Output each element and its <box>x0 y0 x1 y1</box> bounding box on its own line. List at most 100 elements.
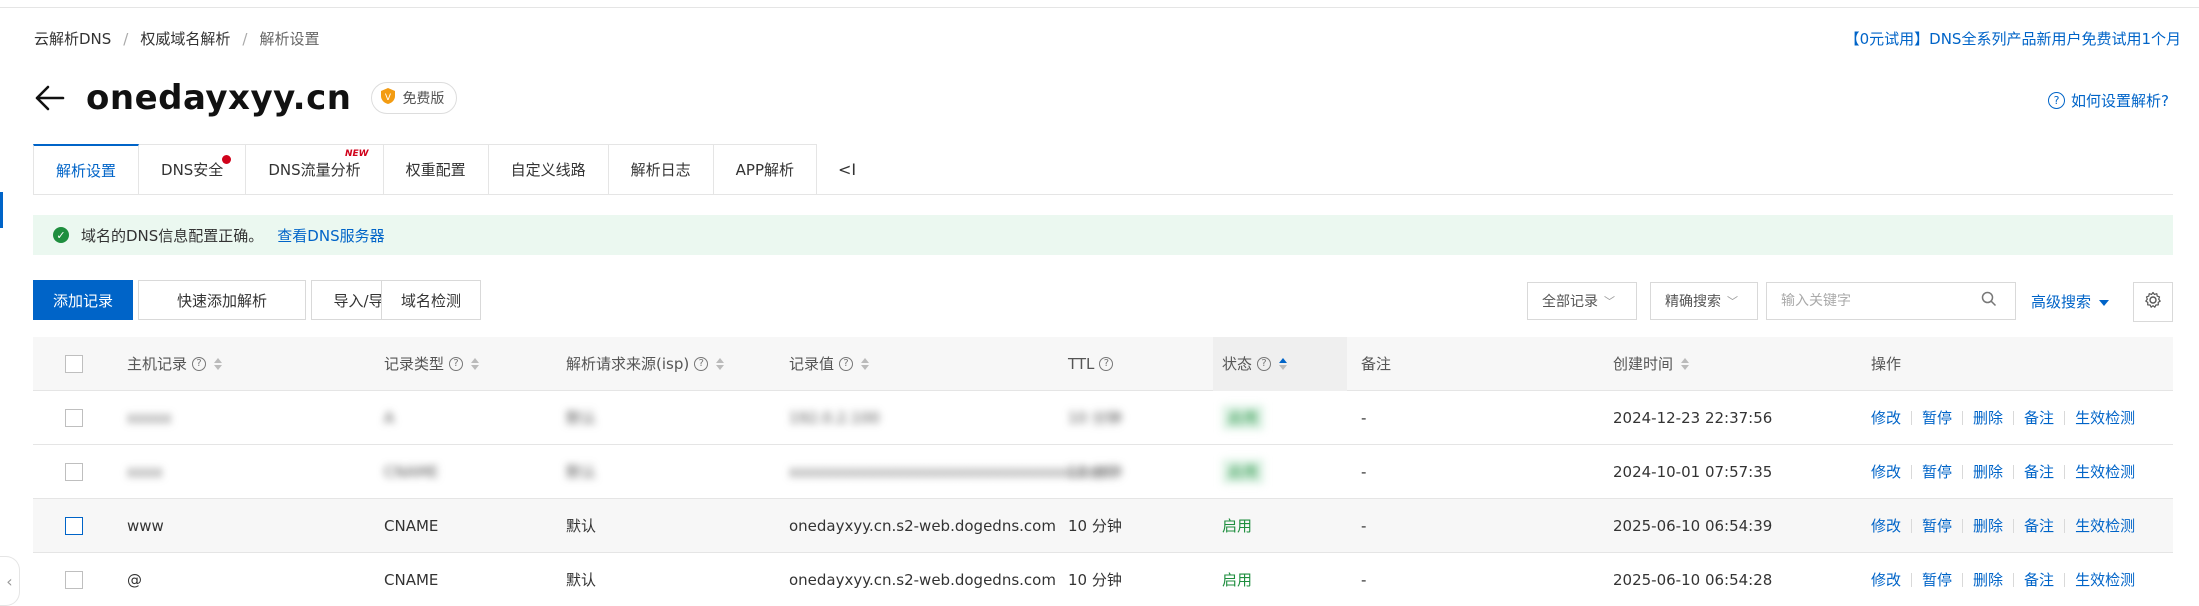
sort-icon[interactable] <box>1681 357 1690 370</box>
created-cell: 2025-06-10 06:54:39 <box>1613 516 1773 535</box>
status-cell: 启用 <box>1222 459 1265 484</box>
header-isp[interactable]: 解析请求来源(isp)? <box>566 337 725 390</box>
header-created[interactable]: 创建时间 <box>1613 337 1690 390</box>
pause-link[interactable]: 暂停 <box>1922 461 1952 482</box>
check-link[interactable]: 生效检测 <box>2075 461 2135 482</box>
breadcrumb: 云解析DNS / 权威域名解析 / 解析设置 <box>34 28 319 49</box>
delete-link[interactable]: 删除 <box>1973 461 2003 482</box>
value-cell: onedayxyy.cn.s2-web.dogedns.com <box>789 570 1056 589</box>
sort-icon[interactable] <box>716 357 725 370</box>
header-value[interactable]: 记录值? <box>789 337 870 390</box>
header-label: TTL <box>1068 354 1095 373</box>
check-link[interactable]: 生效检测 <box>2075 569 2135 590</box>
caret-down-icon <box>2099 292 2110 310</box>
edit-link[interactable]: 修改 <box>1871 569 1901 590</box>
plan-badge: V 免费版 <box>371 82 458 114</box>
back-arrow-icon[interactable] <box>32 80 68 116</box>
sort-icon[interactable] <box>214 357 223 370</box>
tab-label: DNS安全 <box>161 161 224 179</box>
breadcrumb-authoritative[interactable]: 权威域名解析 <box>140 28 230 49</box>
sidebar-expand-handle[interactable]: ‹ <box>0 556 20 606</box>
check-link[interactable]: 生效检测 <box>2075 515 2135 536</box>
page-header: onedayxyy.cn V 免费版 <box>32 78 458 118</box>
host-cell: www <box>127 516 164 535</box>
edit-link[interactable]: 修改 <box>1871 407 1901 428</box>
breadcrumb-separator: / <box>123 29 129 48</box>
question-icon[interactable]: ? <box>1099 356 1114 371</box>
value-cell: onedayxyy.cn.s2-web.dogedns.com <box>789 516 1056 535</box>
toolbar: 添加记录 快速添加解析 导入/导出 域名检测 全部记录 ﹀ 精确搜索 ﹀ 高级搜… <box>33 280 2173 322</box>
promo-link[interactable]: 【0元试用】DNS全系列产品新用户免费试用1个月 <box>1845 28 2181 49</box>
ttl-cell: 10 分钟 <box>1068 517 1122 535</box>
tab-log[interactable]: 解析日志 <box>608 144 714 195</box>
question-icon[interactable]: ? <box>839 356 854 371</box>
tab-dns-security[interactable]: DNS安全 <box>139 144 247 195</box>
tabs-collapse-button[interactable]: <I <box>817 144 877 195</box>
delete-link[interactable]: 删除 <box>1973 407 2003 428</box>
header-host[interactable]: 主机记录? <box>127 337 223 390</box>
sort-icon[interactable] <box>1279 357 1288 370</box>
header-status[interactable]: 状态? <box>1222 337 1288 390</box>
pause-link[interactable]: 暂停 <box>1922 407 1952 428</box>
edit-link[interactable]: 修改 <box>1871 515 1901 536</box>
tab-bar: 解析设置 DNS安全 DNS流量分析 NEW 权重配置 自定义线路 解析日志 AP… <box>33 144 877 195</box>
tab-label: 自定义线路 <box>510 161 586 179</box>
type-cell: CNAME <box>384 516 439 535</box>
search-mode-select[interactable]: 精确搜索 ﹀ <box>1650 282 1758 320</box>
new-tag: NEW <box>345 149 369 159</box>
question-icon[interactable]: ? <box>192 356 207 371</box>
header-label: 创建时间 <box>1613 355 1674 373</box>
row-actions: 修改 暂停 删除 备注 生效检测 <box>1871 391 2135 444</box>
remark-link[interactable]: 备注 <box>2024 407 2054 428</box>
tab-weight[interactable]: 权重配置 <box>383 144 489 195</box>
tab-app[interactable]: APP解析 <box>713 144 818 195</box>
tab-dns-settings[interactable]: 解析设置 <box>33 144 140 195</box>
question-icon[interactable]: ? <box>1257 356 1272 371</box>
remark-link[interactable]: 备注 <box>2024 515 2054 536</box>
view-dns-servers-link[interactable]: 查看DNS服务器 <box>277 225 384 246</box>
notification-dot <box>222 155 232 164</box>
row-checkbox[interactable] <box>65 570 83 589</box>
quick-add-button[interactable]: 快速添加解析 <box>138 280 306 320</box>
breadcrumb-dns[interactable]: 云解析DNS <box>34 28 111 49</box>
host-cell: xxxx <box>127 462 163 481</box>
edit-link[interactable]: 修改 <box>1871 461 1901 482</box>
row-checkbox[interactable] <box>65 408 83 427</box>
delete-link[interactable]: 删除 <box>1973 515 2003 536</box>
tab-dns-traffic[interactable]: DNS流量分析 NEW <box>246 144 384 195</box>
remark-link[interactable]: 备注 <box>2024 569 2054 590</box>
sort-icon[interactable] <box>861 357 870 370</box>
table-settings-button[interactable] <box>2133 282 2173 322</box>
row-checkbox[interactable] <box>65 516 83 535</box>
pause-link[interactable]: 暂停 <box>1922 515 1952 536</box>
tab-label: 权重配置 <box>405 161 466 179</box>
question-icon[interactable]: ? <box>694 356 709 371</box>
add-record-button[interactable]: 添加记录 <box>33 280 133 320</box>
chevron-down-icon: ﹀ <box>1727 295 1738 308</box>
header-type[interactable]: 记录类型? <box>384 337 480 390</box>
table-row: www CNAME 默认 onedayxyy.cn.s2-web.dogedns… <box>33 499 2173 553</box>
remark-link[interactable]: 备注 <box>2024 461 2054 482</box>
search-mode-value: 精确搜索 <box>1665 294 1721 310</box>
isp-cell: 默认 <box>566 571 597 589</box>
check-link[interactable]: 生效检测 <box>2075 407 2135 428</box>
row-checkbox[interactable] <box>65 462 83 481</box>
tab-custom-line[interactable]: 自定义线路 <box>488 144 609 195</box>
select-all-checkbox-cell <box>65 337 83 390</box>
domain-check-button[interactable]: 域名检测 <box>381 280 481 320</box>
pause-link[interactable]: 暂停 <box>1922 569 1952 590</box>
question-icon[interactable]: ? <box>449 356 464 371</box>
select-all-checkbox[interactable] <box>65 354 83 373</box>
help-link[interactable]: ? 如何设置解析? <box>2048 90 2169 111</box>
type-cell: CNAME <box>384 462 439 481</box>
search-input[interactable] <box>1781 293 1981 309</box>
header-ttl: TTL? <box>1068 337 1114 390</box>
sort-icon[interactable] <box>471 357 480 370</box>
search-icon[interactable] <box>1981 291 1997 311</box>
advanced-search-toggle[interactable]: 高级搜索 <box>2031 282 2110 320</box>
delete-link[interactable]: 删除 <box>1973 569 2003 590</box>
chevron-down-icon: ﹀ <box>1604 295 1615 308</box>
header-label: 记录类型 <box>384 355 445 373</box>
record-filter-value: 全部记录 <box>1542 294 1598 310</box>
record-filter-select[interactable]: 全部记录 ﹀ <box>1527 282 1637 320</box>
